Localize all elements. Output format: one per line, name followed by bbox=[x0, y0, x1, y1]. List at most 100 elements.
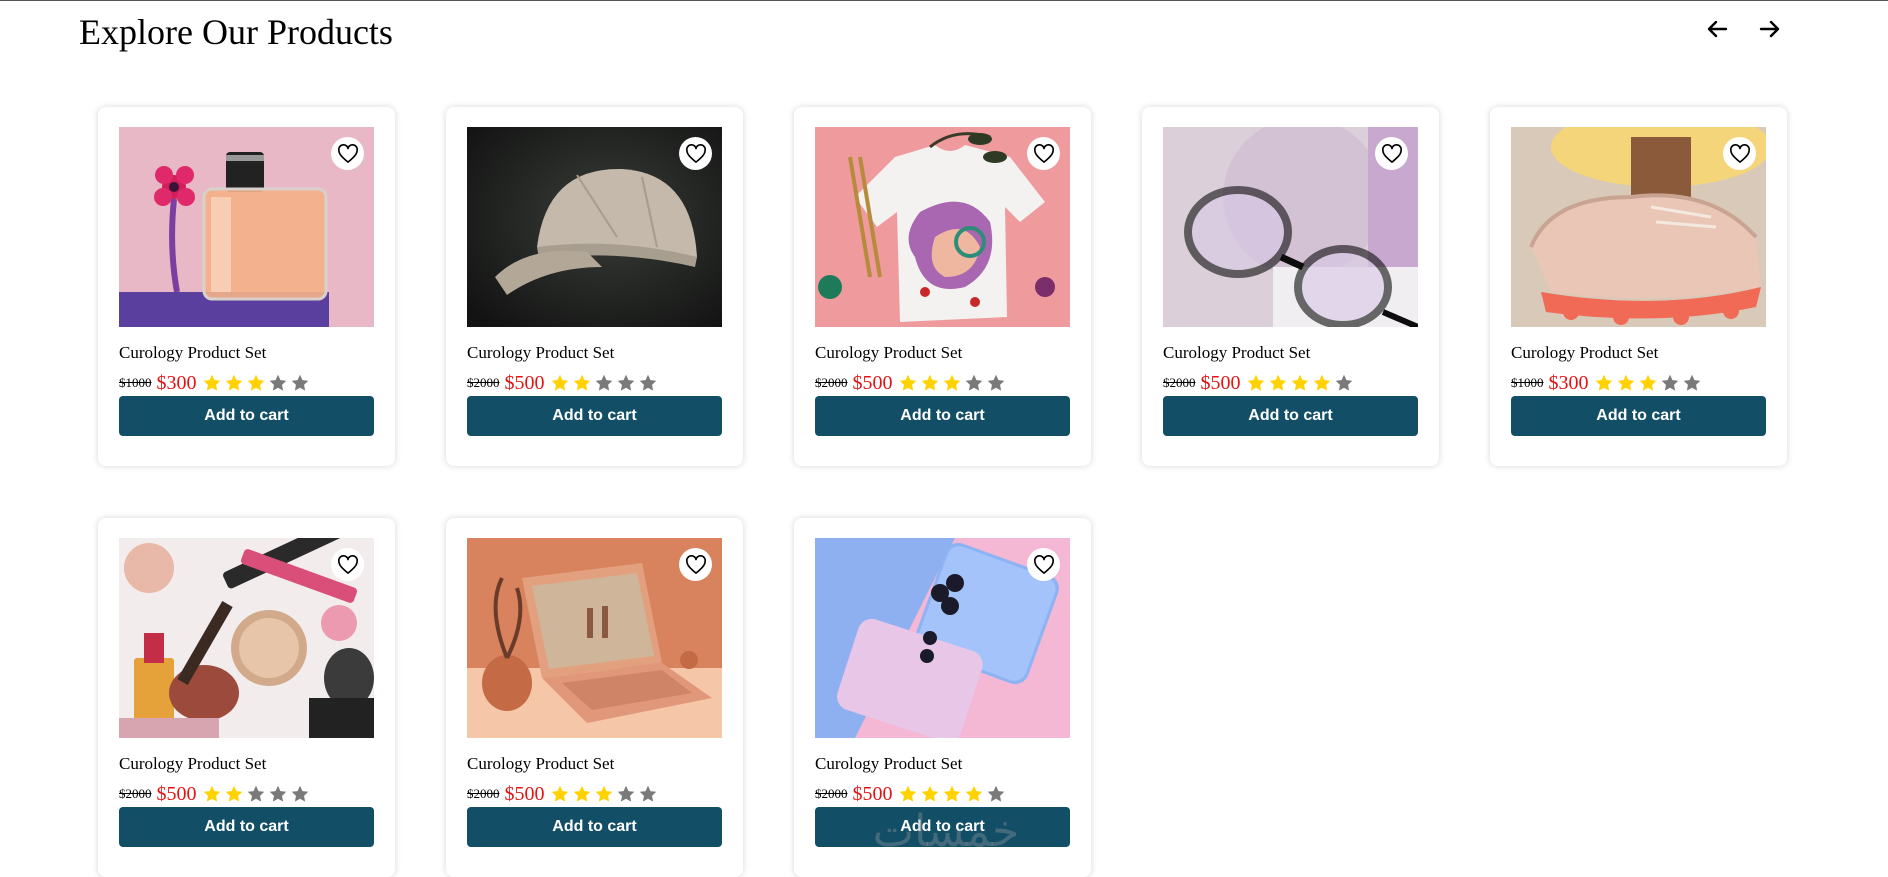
sale-price: $300 bbox=[1548, 371, 1589, 394]
favorite-button[interactable] bbox=[1027, 548, 1060, 581]
star-empty-icon bbox=[291, 374, 308, 391]
product-card[interactable]: Curology Product Set $2000 $500 Add to cart bbox=[1142, 107, 1439, 466]
star-rating bbox=[897, 783, 1007, 805]
product-name[interactable]: Curology Product Set bbox=[1511, 343, 1658, 363]
star-filled-icon bbox=[921, 374, 938, 391]
prev-button[interactable] bbox=[1700, 14, 1734, 44]
favorite-button[interactable] bbox=[679, 137, 712, 170]
arrow-right-icon bbox=[1759, 20, 1780, 38]
price-rating-row: $2000 $500 bbox=[119, 782, 311, 806]
price-rating-row: $1000 $300 bbox=[119, 371, 311, 395]
product-name[interactable]: Curology Product Set bbox=[815, 754, 962, 774]
product-image[interactable] bbox=[1511, 127, 1766, 327]
star-empty-icon bbox=[639, 785, 656, 802]
product-name[interactable]: Curology Product Set bbox=[119, 754, 266, 774]
star-empty-icon bbox=[1661, 374, 1678, 391]
price-rating-row: $2000 $500 bbox=[467, 371, 659, 395]
product-name[interactable]: Curology Product Set bbox=[119, 343, 266, 363]
heart-outline-icon bbox=[685, 143, 706, 163]
star-filled-icon bbox=[943, 785, 960, 802]
star-empty-icon bbox=[1683, 374, 1700, 391]
star-filled-icon bbox=[943, 374, 960, 391]
star-filled-icon bbox=[921, 785, 938, 802]
add-to-cart-button[interactable]: Add to cart bbox=[815, 396, 1070, 436]
product-card[interactable]: Curology Product Set $2000 $500 Add to cart bbox=[446, 518, 743, 877]
star-filled-icon bbox=[203, 374, 220, 391]
product-image[interactable] bbox=[467, 127, 722, 327]
favorite-button[interactable] bbox=[1027, 137, 1060, 170]
product-card[interactable]: Curology Product Set $1000 $300 Add to cart bbox=[1490, 107, 1787, 466]
sale-price: $500 bbox=[504, 371, 545, 394]
heart-outline-icon bbox=[1033, 554, 1054, 574]
star-rating bbox=[201, 783, 311, 805]
star-empty-icon bbox=[1335, 374, 1352, 391]
price-rating-row: $2000 $500 bbox=[1163, 371, 1355, 395]
star-filled-icon bbox=[573, 374, 590, 391]
product-image[interactable] bbox=[1163, 127, 1418, 327]
top-border bbox=[0, 0, 1888, 1]
star-rating bbox=[201, 372, 311, 394]
heart-outline-icon bbox=[337, 143, 358, 163]
star-filled-icon bbox=[899, 374, 916, 391]
product-card[interactable]: Curology Product Set $2000 $500 Add to cart bbox=[794, 518, 1091, 877]
page-title: Explore Our Products bbox=[79, 12, 393, 52]
add-to-cart-button[interactable]: Add to cart bbox=[1163, 396, 1418, 436]
favorite-button[interactable] bbox=[331, 137, 364, 170]
product-name[interactable]: Curology Product Set bbox=[1163, 343, 1310, 363]
product-card[interactable]: Curology Product Set $2000 $500 Add to cart bbox=[98, 518, 395, 877]
sale-price: $500 bbox=[504, 782, 545, 805]
star-empty-icon bbox=[595, 374, 612, 391]
favorite-button[interactable] bbox=[1723, 137, 1756, 170]
add-to-cart-button[interactable]: Add to cart bbox=[815, 807, 1070, 847]
original-price: $1000 bbox=[119, 375, 152, 390]
star-rating bbox=[549, 783, 659, 805]
price-rating-row: $2000 $500 bbox=[467, 782, 659, 806]
sale-price: $300 bbox=[156, 371, 197, 394]
next-button[interactable] bbox=[1753, 14, 1787, 44]
heart-outline-icon bbox=[337, 554, 358, 574]
star-filled-icon bbox=[203, 785, 220, 802]
original-price: $2000 bbox=[467, 375, 500, 390]
star-filled-icon bbox=[573, 785, 590, 802]
favorite-button[interactable] bbox=[331, 548, 364, 581]
add-to-cart-button[interactable]: Add to cart bbox=[467, 807, 722, 847]
original-price: $1000 bbox=[1511, 375, 1544, 390]
add-to-cart-button[interactable]: Add to cart bbox=[467, 396, 722, 436]
star-filled-icon bbox=[247, 374, 264, 391]
product-name[interactable]: Curology Product Set bbox=[467, 754, 614, 774]
product-image[interactable] bbox=[815, 538, 1070, 738]
price-rating-row: $2000 $500 bbox=[815, 782, 1007, 806]
price-rating-row: $1000 $300 bbox=[1511, 371, 1703, 395]
arrow-left-icon bbox=[1707, 20, 1728, 38]
star-empty-icon bbox=[639, 374, 656, 391]
product-card[interactable]: Curology Product Set $2000 $500 Add to cart bbox=[446, 107, 743, 466]
star-filled-icon bbox=[225, 374, 242, 391]
product-name[interactable]: Curology Product Set bbox=[815, 343, 962, 363]
product-image[interactable] bbox=[815, 127, 1070, 327]
star-rating bbox=[897, 372, 1007, 394]
star-empty-icon bbox=[965, 374, 982, 391]
product-image[interactable] bbox=[467, 538, 722, 738]
original-price: $2000 bbox=[815, 375, 848, 390]
add-to-cart-button[interactable]: Add to cart bbox=[119, 396, 374, 436]
product-name[interactable]: Curology Product Set bbox=[467, 343, 614, 363]
product-grid: Curology Product Set $1000 $300 Add to cart… bbox=[98, 107, 1798, 877]
original-price: $2000 bbox=[119, 786, 152, 801]
star-filled-icon bbox=[551, 374, 568, 391]
star-filled-icon bbox=[1291, 374, 1308, 391]
star-filled-icon bbox=[1639, 374, 1656, 391]
star-filled-icon bbox=[965, 785, 982, 802]
star-filled-icon bbox=[1269, 374, 1286, 391]
sale-price: $500 bbox=[156, 782, 197, 805]
star-empty-icon bbox=[247, 785, 264, 802]
favorite-button[interactable] bbox=[679, 548, 712, 581]
product-image[interactable] bbox=[119, 538, 374, 738]
product-card[interactable]: Curology Product Set $1000 $300 Add to cart bbox=[98, 107, 395, 466]
star-filled-icon bbox=[1617, 374, 1634, 391]
product-image[interactable] bbox=[119, 127, 374, 327]
add-to-cart-button[interactable]: Add to cart bbox=[1511, 396, 1766, 436]
add-to-cart-button[interactable]: Add to cart bbox=[119, 807, 374, 847]
product-card[interactable]: Curology Product Set $2000 $500 Add to cart bbox=[794, 107, 1091, 466]
favorite-button[interactable] bbox=[1375, 137, 1408, 170]
star-filled-icon bbox=[899, 785, 916, 802]
